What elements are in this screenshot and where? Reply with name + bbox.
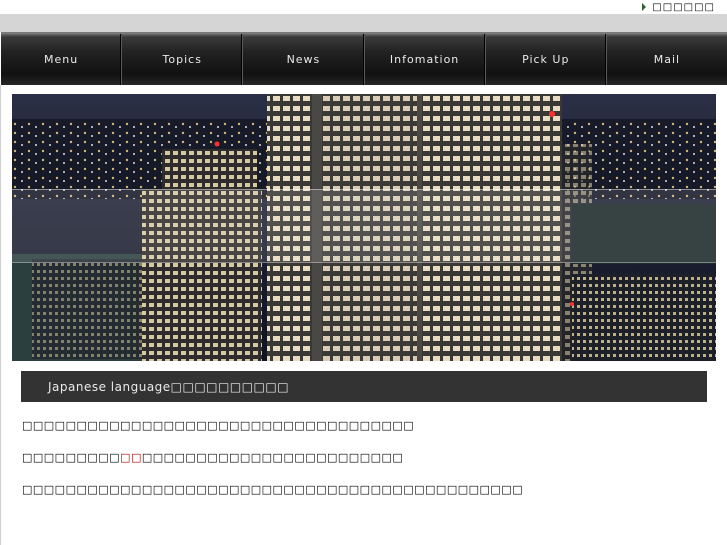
top-bar: □□□□□□: [0, 0, 727, 14]
main-nav: Menu Topics News Infomation Pick Up Mail: [1, 32, 727, 85]
nav-item-topics[interactable]: Topics: [122, 34, 244, 85]
top-link[interactable]: □□□□□□: [642, 0, 715, 14]
nav-item-news[interactable]: News: [243, 34, 365, 85]
gray-band: [0, 14, 727, 32]
paragraph-2-start: □□□□□□□□□: [22, 451, 121, 464]
hero-image: [12, 94, 716, 361]
paragraph-2-end: □□□□□□□□□□□□□□□□□□□□□□□□: [141, 451, 404, 464]
section-title-bar: Japanese language□□□□□□□□□□: [21, 371, 707, 402]
triangle-bullet-icon: [642, 3, 647, 11]
translucent-band: [12, 189, 716, 263]
paragraph-1: □□□□□□□□□□□□□□□□□□□□□□□□□□□□□□□□□□□□: [22, 419, 415, 432]
top-link-label: □□□□□□: [652, 1, 715, 13]
paragraph-2: □□□□□□□□□□□□□□□□□□□□□□□□□□□□□□□□□□□: [22, 451, 403, 464]
nav-item-menu[interactable]: Menu: [1, 34, 123, 85]
paragraph-3: □□□□□□□□□□□□□□□□□□□□□□□□□□□□□□□□□□□□□□□□…: [22, 483, 524, 496]
nav-item-infomation[interactable]: Infomation: [365, 34, 486, 85]
nav-item-pickup[interactable]: Pick Up: [486, 34, 607, 85]
nav-item-mail[interactable]: Mail: [607, 34, 727, 85]
section-title: Japanese language□□□□□□□□□□: [48, 379, 290, 394]
paragraph-2-highlight[interactable]: □□: [120, 451, 142, 464]
page-content: Japanese language□□□□□□□□□□ □□□□□□□□□□□□…: [0, 85, 727, 545]
